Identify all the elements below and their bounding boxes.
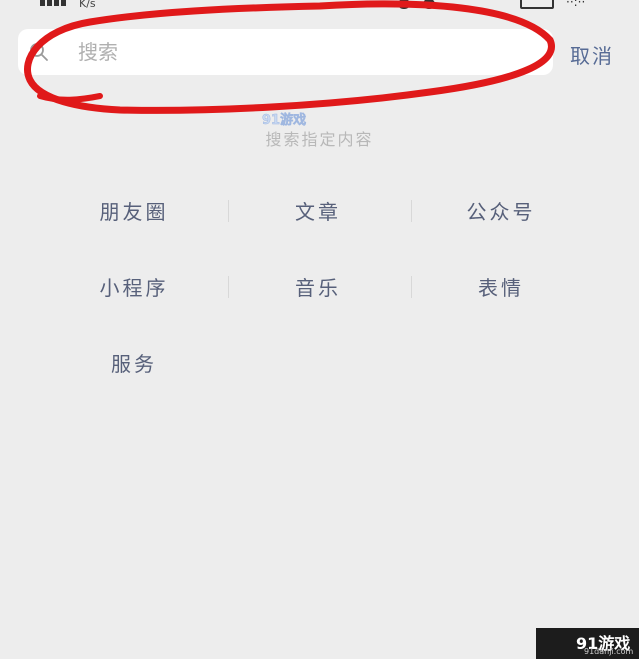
net-speed: K/s: [79, 0, 96, 10]
status-bar: K/s ··:··: [0, 0, 639, 14]
signal-icon: [40, 0, 70, 6]
category-official-accounts[interactable]: 公众号: [411, 190, 591, 230]
search-hint: 搜索指定内容: [265, 130, 374, 149]
category-music[interactable]: 音乐: [228, 266, 408, 306]
category-moments[interactable]: 朋友圈: [44, 190, 224, 230]
category-stickers[interactable]: 表情: [411, 266, 591, 306]
category-articles[interactable]: 文章: [228, 190, 408, 230]
cancel-button[interactable]: 取消: [570, 40, 614, 69]
corner-domain-text: 91danji.com: [584, 647, 634, 656]
corner-watermark: 91游戏 91danji.com: [536, 628, 639, 659]
clock-icon: ··:··: [566, 0, 586, 9]
search-input[interactable]: [78, 37, 538, 67]
battery-icon: [520, 0, 554, 9]
category-services[interactable]: 服务: [44, 342, 224, 382]
watermark-logo: 91游戏: [262, 112, 306, 127]
status-icons: [398, 0, 468, 9]
search-bar[interactable]: [18, 29, 553, 75]
search-icon: [30, 43, 48, 61]
svg-text:91游戏: 91游戏: [262, 112, 306, 127]
wifi-icon: [423, 0, 436, 9]
alarm-icon: [398, 0, 410, 9]
category-mini-programs[interactable]: 小程序: [44, 266, 224, 306]
